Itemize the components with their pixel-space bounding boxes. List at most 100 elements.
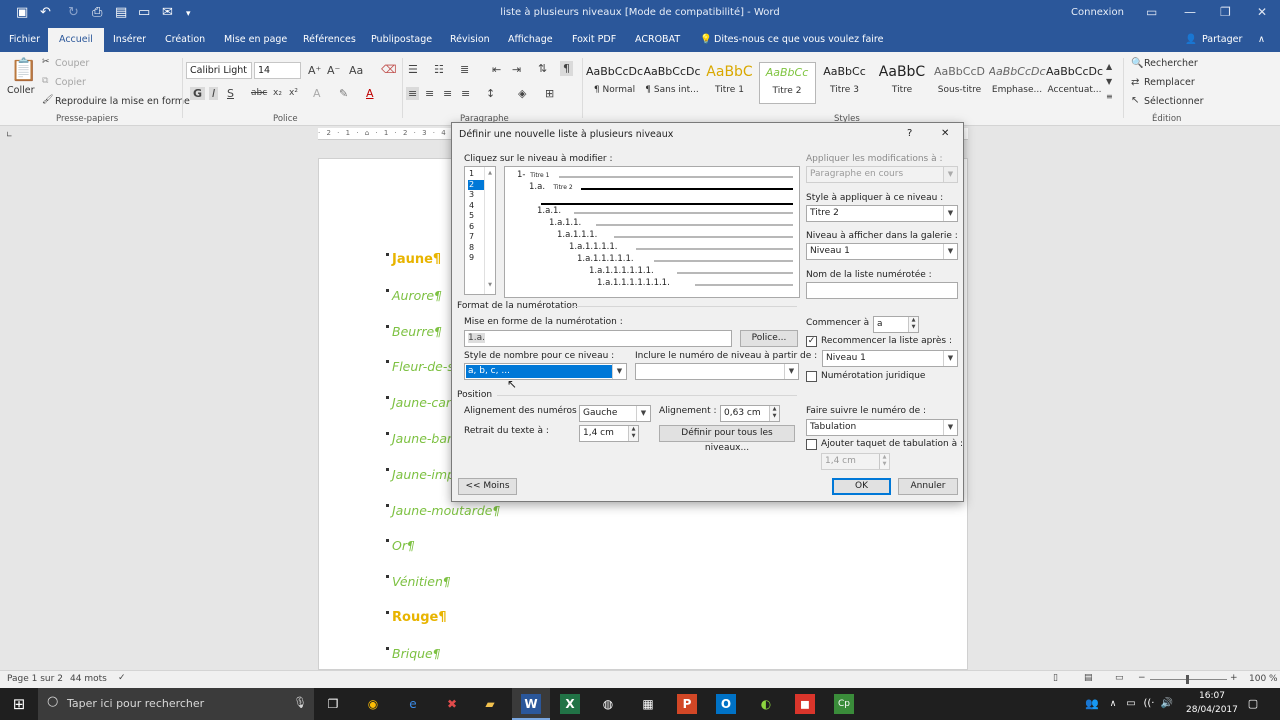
tab-inserer[interactable]: Insérer xyxy=(113,34,146,45)
web-layout-icon[interactable]: ▭ xyxy=(1115,673,1124,683)
cut-button[interactable]: Couper xyxy=(55,58,89,69)
file-explorer-icon[interactable]: ▰ xyxy=(480,694,500,714)
bullets-icon[interactable]: ☰ xyxy=(408,63,418,76)
format-painter-icon[interactable]: 🖌 xyxy=(42,95,53,105)
increase-indent-icon[interactable]: ⇥ xyxy=(512,63,521,76)
network-icon[interactable]: ▭ xyxy=(1121,694,1141,714)
level-listbox[interactable]: 123456789 ▲ ▼ xyxy=(464,166,496,295)
style-tile[interactable]: AaBbCcDc Emphase... xyxy=(989,62,1046,104)
level-item[interactable]: 2 xyxy=(468,179,484,190)
add-tab-stop-checkbox[interactable] xyxy=(806,439,817,450)
font-color-icon[interactable]: A xyxy=(366,87,374,100)
set-all-levels-button[interactable]: Définir pour tous les niveaux... xyxy=(659,425,795,453)
tab-publipostage[interactable]: Publipostage xyxy=(371,34,432,45)
tray-chevron-icon[interactable]: ∧ xyxy=(1103,694,1123,714)
tab-foxit-pdf[interactable]: Foxit PDF xyxy=(572,34,616,45)
tab-accueil[interactable]: Accueil xyxy=(48,28,104,52)
justify-icon[interactable]: ≡ xyxy=(461,87,470,100)
shading-icon[interactable]: ◈ xyxy=(518,87,526,100)
print-layout-icon[interactable]: ▤ xyxy=(1084,673,1093,683)
copy-icon[interactable]: ⧉ xyxy=(42,76,48,86)
superscript-icon[interactable]: x² xyxy=(289,88,298,98)
numbering-icon[interactable]: ☷ xyxy=(434,63,444,76)
level-item[interactable]: 1 xyxy=(468,169,484,179)
level-scrollbar[interactable]: ▲ ▼ xyxy=(484,167,495,294)
edge-icon[interactable]: e xyxy=(403,694,423,714)
camtasia-icon[interactable]: Cp xyxy=(834,694,854,714)
tab-fichier[interactable]: Fichier xyxy=(9,34,40,45)
list-item[interactable]: Jaune¶ xyxy=(392,252,441,267)
clock-date[interactable]: 28/04/2017 xyxy=(1186,705,1238,715)
tab-acrobat[interactable]: ACROBAT xyxy=(635,34,680,45)
level-item[interactable]: 8 xyxy=(468,243,484,253)
multilevel-list-icon[interactable]: ≣ xyxy=(460,63,469,76)
number-alignment-dropdown[interactable]: Gauche ▼ xyxy=(579,405,651,422)
level-item[interactable]: 7 xyxy=(468,232,484,242)
maximize-icon[interactable]: ❐ xyxy=(1220,5,1231,19)
tab-revision[interactable]: Révision xyxy=(450,34,490,45)
spinner-arrows-icon[interactable]: ▲ ▼ xyxy=(879,454,889,469)
proofing-icon[interactable]: ✓ xyxy=(118,673,126,683)
gallery-down-icon[interactable]: ▼ xyxy=(1106,77,1112,86)
taskbar-search-input[interactable]: Taper ici pour rechercher xyxy=(67,697,204,710)
list-item[interactable]: Jaune-ban xyxy=(392,431,455,446)
font-size-box[interactable]: 14 xyxy=(254,62,301,79)
restart-list-checkbox[interactable]: ✓ xyxy=(806,336,817,347)
number-format-input[interactable]: 1.a. xyxy=(464,330,732,347)
style-tile[interactable]: AaBbC Titre xyxy=(874,62,931,104)
apply-to-dropdown[interactable]: Paragraphe en cours ▼ xyxy=(806,166,958,183)
underline-icon[interactable]: S xyxy=(227,87,234,100)
tab-stop-spinner[interactable]: 1,4 cm ▲ ▼ xyxy=(821,453,890,470)
close-dialog-icon[interactable]: ✕ xyxy=(941,128,949,139)
include-level-dropdown[interactable]: ▼ xyxy=(635,363,799,380)
action-center-icon[interactable]: ▢ xyxy=(1243,694,1263,714)
powerpoint-icon[interactable]: P xyxy=(677,694,697,714)
task-view-icon[interactable]: ❐ xyxy=(323,694,343,714)
list-item[interactable]: Vénitien¶ xyxy=(392,574,451,589)
copy-button[interactable]: Copier xyxy=(55,77,86,88)
word-count[interactable]: 44 mots xyxy=(70,674,107,684)
align-right-icon[interactable]: ≡ xyxy=(443,87,452,100)
people-icon[interactable]: 👥 xyxy=(1082,694,1102,714)
zoom-level[interactable]: 100 % xyxy=(1249,674,1278,684)
text-indent-spinner[interactable]: 1,4 cm ▲ ▼ xyxy=(579,425,639,442)
level-item[interactable]: 3 xyxy=(468,190,484,200)
tab-mise-en-page[interactable]: Mise en page xyxy=(224,34,287,45)
replace-button[interactable]: Remplacer xyxy=(1144,77,1195,88)
less-button[interactable]: << Moins xyxy=(458,478,517,495)
zoom-out-icon[interactable]: − xyxy=(1138,673,1146,683)
level-item[interactable]: 6 xyxy=(468,222,484,232)
wifi-icon[interactable]: ((· xyxy=(1139,694,1159,714)
xmind-icon[interactable]: ✖ xyxy=(442,694,462,714)
taskbar-search[interactable]: ○ Taper ici pour rechercher 🎙 xyxy=(38,688,314,720)
sort-icon[interactable]: ⇅ xyxy=(538,62,547,75)
list-item[interactable]: Brique¶ xyxy=(392,646,441,661)
word-icon[interactable]: W xyxy=(521,694,541,714)
show-marks-icon[interactable]: ¶ xyxy=(560,61,573,76)
sign-in-link[interactable]: Connexion xyxy=(1071,7,1124,18)
excel-icon[interactable]: X xyxy=(560,694,580,714)
start-at-spinner[interactable]: a ▲ ▼ xyxy=(873,316,919,333)
italic-icon[interactable]: I xyxy=(209,87,219,100)
align-center-icon[interactable]: ≡ xyxy=(425,87,434,100)
list-item[interactable]: Or¶ xyxy=(392,538,415,553)
page-count[interactable]: Page 1 sur 2 xyxy=(7,674,63,684)
align-left-icon[interactable]: ≡ xyxy=(406,87,420,100)
tab-affichage[interactable]: Affichage xyxy=(508,34,553,45)
paste-icon[interactable]: 📋 xyxy=(10,58,37,83)
subscript-icon[interactable]: x₂ xyxy=(273,88,282,98)
style-tile[interactable]: AaBbCcD Sous-titre xyxy=(931,62,988,104)
collapse-ribbon-icon[interactable]: ∧ xyxy=(1258,34,1265,45)
format-painter-button[interactable]: Reproduire la mise en forme xyxy=(55,96,190,107)
green-app-icon[interactable]: ◐ xyxy=(756,694,776,714)
select-button[interactable]: Sélectionner xyxy=(1144,96,1204,107)
highlight-icon[interactable]: ✎ xyxy=(339,87,348,100)
windows-start-icon[interactable]: ⊞ xyxy=(9,694,29,714)
decrease-indent-icon[interactable]: ⇤ xyxy=(492,63,501,76)
strikethrough-icon[interactable]: abc xyxy=(251,88,267,98)
shrink-font-icon[interactable]: A⁻ xyxy=(327,64,340,77)
borders-icon[interactable]: ⊞ xyxy=(545,87,554,100)
share-button[interactable]: Partager xyxy=(1202,34,1242,45)
tab-creation[interactable]: Création xyxy=(165,34,205,45)
change-case-icon[interactable]: Aa xyxy=(349,64,363,77)
